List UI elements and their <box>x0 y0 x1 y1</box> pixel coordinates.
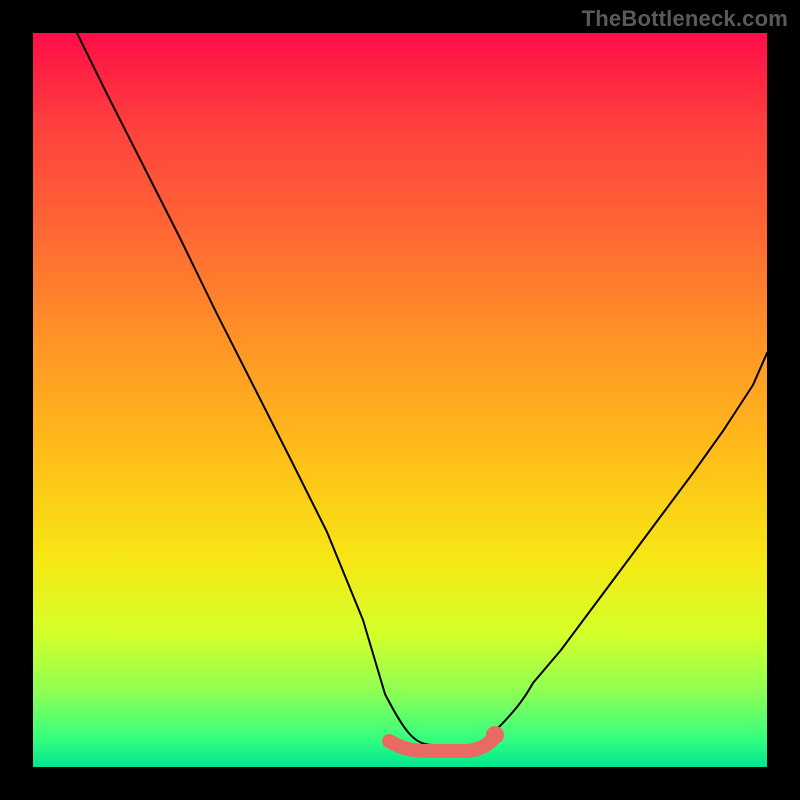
curve-path <box>77 33 767 745</box>
watermark-text: TheBottleneck.com <box>582 6 788 32</box>
bottleneck-curve <box>33 33 767 767</box>
min-plateau-marker <box>389 739 493 751</box>
plateau-end-dot <box>486 726 504 744</box>
plot-area <box>33 33 767 767</box>
chart-frame: TheBottleneck.com <box>0 0 800 800</box>
